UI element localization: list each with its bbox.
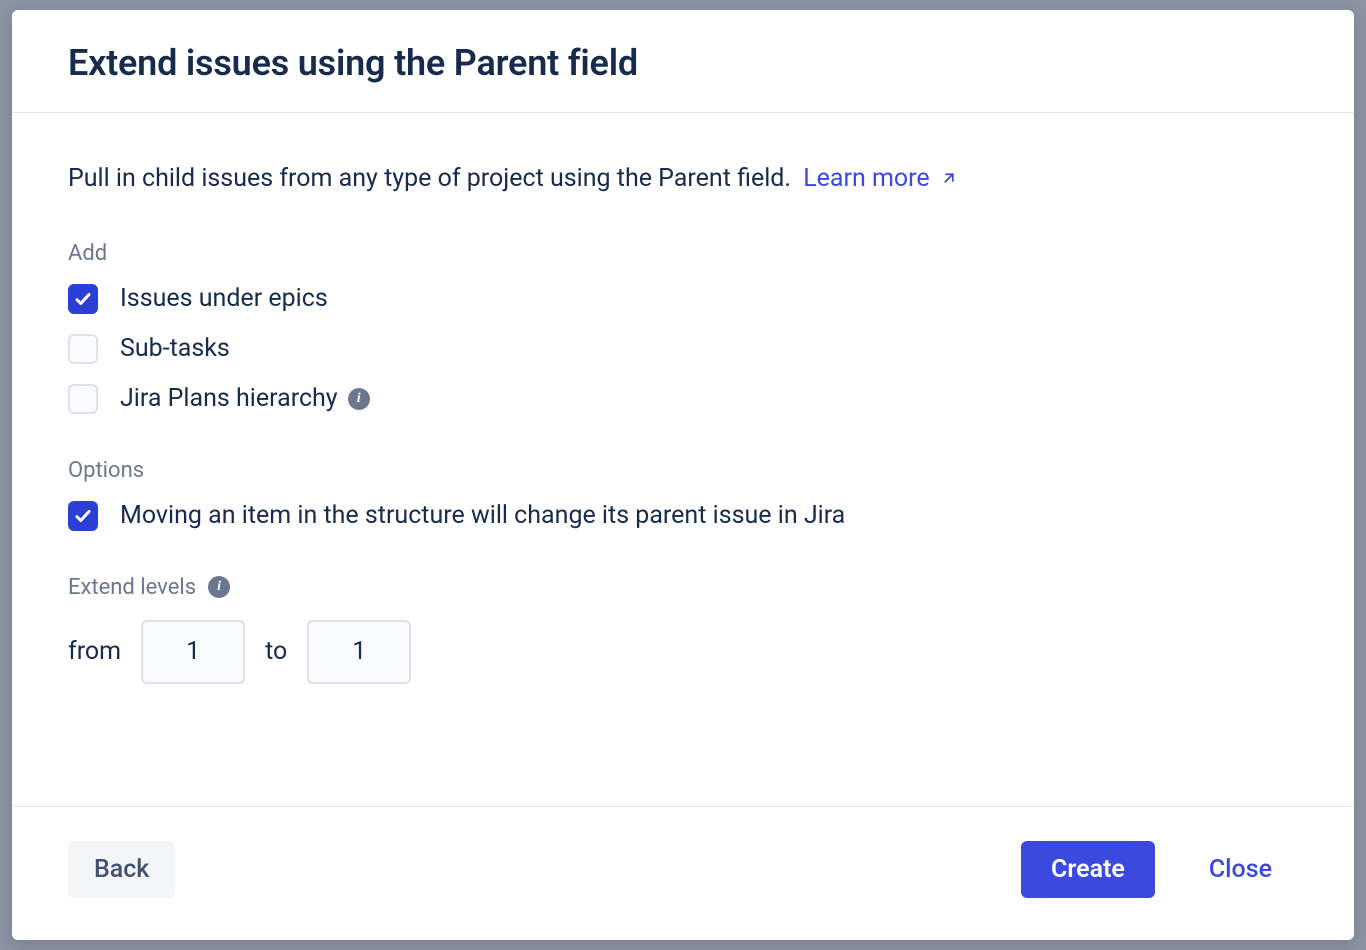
from-input[interactable] [141,620,245,684]
description-text: Pull in child issues from any type of pr… [68,164,791,193]
check-icon [74,507,92,525]
to-label: to [265,637,287,666]
close-button[interactable]: Close [1183,841,1298,898]
add-section-label: Add [68,241,1298,266]
footer-right: Create Close [1021,841,1298,898]
learn-more-link[interactable]: Learn more [803,164,958,193]
info-icon[interactable]: i [348,388,370,410]
from-label: from [68,637,121,666]
checkbox-row-sub-tasks: Sub-tasks [68,334,1298,364]
learn-more-label: Learn more [803,164,929,193]
dialog-header: Extend issues using the Parent field [12,10,1354,113]
checkbox-issues-under-epics[interactable] [68,284,98,314]
external-link-icon [940,162,958,197]
extend-levels-row: from to [68,620,1298,684]
checkbox-sub-tasks[interactable] [68,334,98,364]
description: Pull in child issues from any type of pr… [68,161,1298,197]
dialog-footer: Back Create Close [12,806,1354,940]
checkbox-row-issues-under-epics: Issues under epics [68,284,1298,314]
checkbox-label: Jira Plans hierarchy i [120,384,370,413]
dialog-title: Extend issues using the Parent field [68,42,1298,84]
dialog-extend-issues: Extend issues using the Parent field Pul… [12,10,1354,940]
extend-levels-label-text: Extend levels [68,575,196,600]
checkbox-label: Issues under epics [120,284,328,313]
options-section-label: Options [68,458,1298,483]
checkbox-row-jira-plans: Jira Plans hierarchy i [68,384,1298,414]
to-input[interactable] [307,620,411,684]
checkbox-label: Moving an item in the structure will cha… [120,501,845,530]
info-icon[interactable]: i [208,576,230,598]
extend-levels-label: Extend levels i [68,575,1298,600]
create-button[interactable]: Create [1021,841,1155,898]
check-icon [74,290,92,308]
checkbox-label-text: Jira Plans hierarchy [120,384,338,413]
checkbox-jira-plans[interactable] [68,384,98,414]
checkbox-row-move-changes-parent: Moving an item in the structure will cha… [68,501,1298,531]
dialog-body: Pull in child issues from any type of pr… [12,113,1354,806]
back-button[interactable]: Back [68,841,175,898]
checkbox-label: Sub-tasks [120,334,230,363]
checkbox-move-changes-parent[interactable] [68,501,98,531]
